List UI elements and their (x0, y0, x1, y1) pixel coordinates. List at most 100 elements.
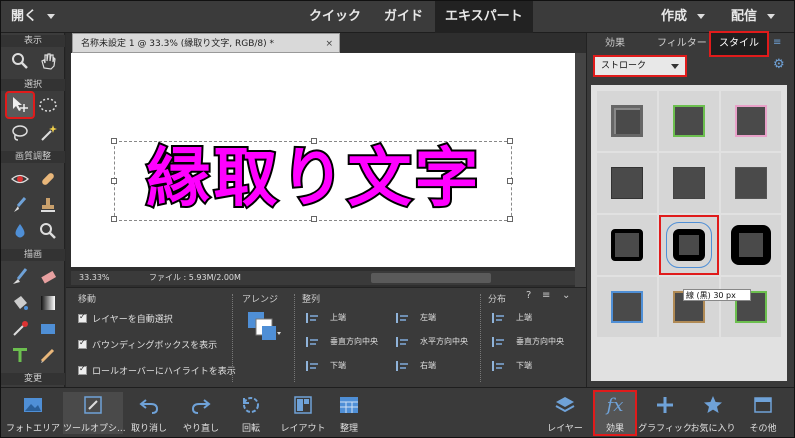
blur-tool[interactable] (7, 219, 33, 243)
text-layer-bounding-box[interactable]: 縁取り文字 (111, 138, 513, 222)
style-thumbnail[interactable] (721, 153, 781, 213)
align-right-button[interactable]: 右端 (396, 360, 436, 371)
brush-icon (13, 268, 28, 284)
style-thumbnail[interactable] (597, 277, 657, 337)
mode-expert[interactable]: エキスパート (435, 1, 533, 33)
align-hcenter-button[interactable]: 水平方向中央 (396, 336, 468, 347)
undo-button[interactable]: 取り消し (119, 392, 179, 434)
style-thumbnail[interactable] (597, 215, 657, 275)
align-vcenter-button[interactable]: 垂直方向中央 (306, 336, 378, 347)
move-tool[interactable] (5, 91, 35, 119)
vertical-scrollbar[interactable] (575, 53, 586, 287)
magnifier-icon (12, 53, 28, 69)
photo-bin-button[interactable]: フォトエリア (3, 392, 63, 434)
section-select: 選択 (1, 79, 65, 91)
distribute-vcenter-button[interactable]: 垂直方向中央 (492, 336, 564, 347)
pencil-icon (40, 348, 55, 363)
effects-button[interactable]: fx 効果 (593, 390, 637, 436)
tab-effects[interactable]: 効果 (605, 33, 625, 55)
close-icon[interactable]: × (325, 34, 333, 54)
eraser-tool[interactable] (35, 265, 61, 289)
status-bar: 33.33% ファイル : 5.93M/2.00M (71, 271, 575, 285)
organizer-button[interactable]: 整理 (319, 392, 379, 434)
create-menu[interactable]: 作成 (661, 1, 706, 33)
zoom-tool[interactable] (7, 49, 33, 73)
create-label: 作成 (661, 9, 688, 24)
horizontal-scrollbar[interactable] (371, 273, 491, 283)
hand-tool[interactable] (35, 49, 61, 73)
spot-healing-tool[interactable] (35, 167, 61, 191)
app-window: 開く クイック ガイド エキスパート 作成 配信 表示 選択 画質調整 描画 変… (0, 0, 795, 438)
shape-tool[interactable] (35, 317, 61, 341)
document-area: 名称未設定 1 @ 33.3% (縁取り文字, RGB/8) * × 縁取り文字… (66, 33, 586, 287)
marquee-tool[interactable] (35, 93, 61, 117)
clone-stamp-tool[interactable] (35, 193, 61, 217)
sponge-tool[interactable] (35, 219, 61, 243)
organizer-label: 整理 (339, 424, 358, 434)
toolbox: 表示 選択 画質調整 描画 変更 (1, 33, 65, 387)
section-draw: 描画 (1, 249, 65, 261)
collapse-icon[interactable]: ⌄ (562, 290, 570, 301)
gradient-tool[interactable] (35, 291, 61, 315)
align-bottom-button[interactable]: 下端 (306, 360, 346, 371)
canvas[interactable]: 縁取り文字 (71, 53, 581, 267)
lasso-tool[interactable] (7, 121, 33, 145)
distribute-bottom-button[interactable]: 下端 (492, 360, 532, 371)
eyedropper-tool[interactable] (7, 317, 33, 341)
layout-icon (294, 396, 312, 414)
mode-guided[interactable]: ガイド (384, 1, 423, 33)
document-tab[interactable]: 名称未設定 1 @ 33.3% (縁取り文字, RGB/8) * × (72, 33, 340, 53)
tab-styles[interactable]: スタイル (709, 31, 769, 57)
style-thumbnail[interactable] (721, 215, 781, 275)
panel-menu-icon[interactable]: ≡ (542, 290, 550, 301)
tool-options-icon (84, 396, 102, 414)
move-section-title: 移動 (78, 295, 97, 305)
share-menu[interactable]: 配信 (731, 1, 776, 33)
arrange-button[interactable] (246, 310, 282, 344)
open-label: 開く (11, 9, 38, 24)
open-menu[interactable]: 開く (11, 1, 56, 33)
style-thumbnail[interactable] (597, 91, 657, 151)
brush-tool[interactable] (7, 265, 33, 289)
rollover-label: ロールオーバーにハイライトを表示 (92, 367, 236, 377)
tool-options-label: ツールオプシ... (63, 424, 126, 434)
auto-select-checkbox[interactable]: レイヤーを自動選択 (78, 312, 173, 325)
settings-gear-icon[interactable]: ⚙ (773, 57, 785, 72)
tab-filters[interactable]: フィルター (657, 33, 707, 55)
bounding-box-checkbox[interactable]: バウンディングボックスを表示 (78, 338, 217, 351)
paint-bucket-tool[interactable] (7, 291, 33, 315)
smart-brush-tool[interactable] (7, 193, 33, 217)
brush-icon (14, 197, 27, 212)
style-thumbnail-selected[interactable] (659, 215, 719, 275)
style-thumbnail[interactable] (597, 153, 657, 213)
panel-menu-icon[interactable]: ≡ (773, 37, 781, 48)
type-tool[interactable] (7, 343, 33, 367)
pencil-tool[interactable] (35, 343, 61, 367)
style-thumbnail[interactable] (659, 277, 719, 337)
distribute-top-button[interactable]: 上端 (492, 312, 532, 323)
magic-wand-tool[interactable] (35, 121, 61, 145)
mode-quick[interactable]: クイック (309, 1, 361, 33)
style-thumbnail[interactable] (659, 91, 719, 151)
eye-icon (11, 174, 29, 184)
tool-options-button[interactable]: ツールオプシ... (63, 392, 126, 434)
fx-icon: fx (606, 394, 624, 416)
rollover-checkbox[interactable]: ロールオーバーにハイライトを表示 (78, 364, 236, 377)
red-eye-tool[interactable] (7, 167, 33, 191)
style-category-select[interactable]: ストローク (593, 55, 687, 77)
style-thumbnail[interactable] (721, 91, 781, 151)
align-hcenter-label: 水平方向中央 (420, 337, 468, 346)
rotate-button[interactable]: 回転 (221, 392, 281, 434)
align-top-button[interactable]: 上端 (306, 312, 346, 323)
style-thumbnail[interactable] (721, 277, 781, 337)
style-thumbnail[interactable] (659, 153, 719, 213)
help-icon[interactable]: ? (526, 290, 531, 301)
align-left-button[interactable]: 左端 (396, 312, 436, 323)
lasso-icon (12, 125, 28, 141)
star-icon (704, 396, 722, 413)
bounding-box-label: バウンディングボックスを表示 (92, 341, 218, 351)
align-bottom-label: 下端 (330, 361, 346, 370)
align-vcenter-label: 垂直方向中央 (330, 337, 378, 346)
layers-button[interactable]: レイヤー (535, 392, 595, 434)
more-button[interactable]: その他 (733, 392, 793, 434)
